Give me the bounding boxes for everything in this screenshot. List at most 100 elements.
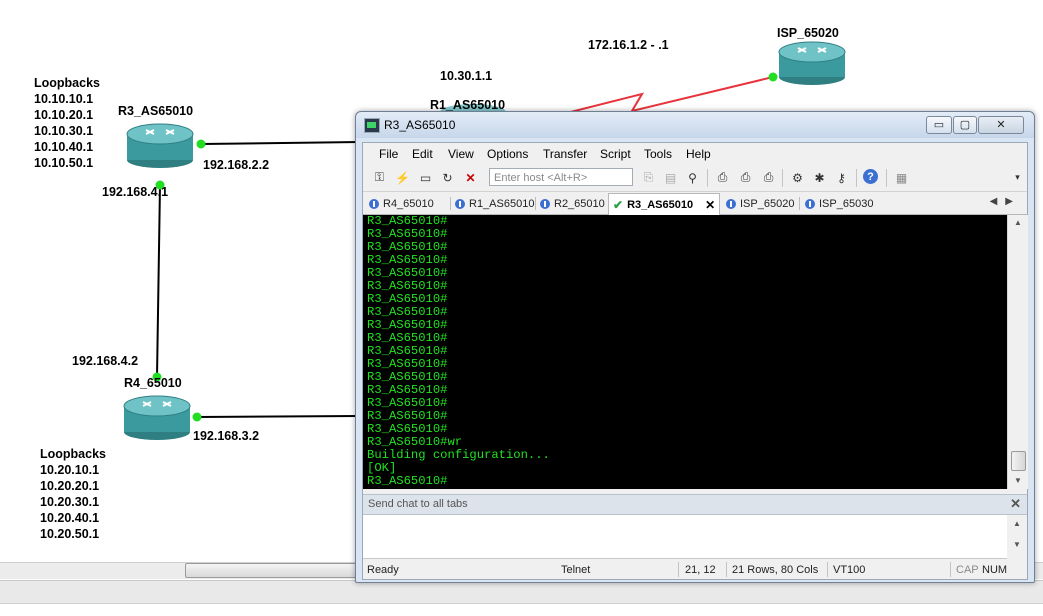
menu-transfer[interactable]: Transfer (543, 147, 587, 161)
link-r4-r1[interactable] (196, 415, 361, 418)
router-label-r3: R3_AS65010 (118, 104, 194, 118)
menu-script[interactable]: Script (600, 147, 631, 161)
keymap-icon[interactable]: ▦ (893, 169, 910, 186)
host-scroll-thumb[interactable] (185, 563, 362, 578)
terminal-window[interactable]: R3_AS65010 ▭ ▢ ✕ File Edit View Options … (355, 111, 1035, 583)
chat-scrollbar[interactable]: ▲ ▼ (1007, 515, 1027, 558)
router-icon[interactable] (778, 41, 846, 85)
window-titlebar[interactable]: R3_AS65010 ▭ ▢ ✕ (356, 112, 1034, 138)
terminal-line: R3_AS65010# (367, 318, 448, 332)
chat-label: Send chat to all tabs (368, 498, 468, 510)
tab-r2[interactable]: R2_65010 (540, 194, 605, 213)
chat-bar: Send chat to all tabs ✕ (363, 494, 1027, 515)
terminal-line: R3_AS65010# (367, 240, 448, 254)
reconnect-icon[interactable]: ↻ (439, 169, 456, 186)
toolbar: ⚿ ⚡ ▭ ↻ ✕ Enter host <Alt+R> ⎘ ▤ ⚲ ⎙ ⎙ ⎙… (363, 165, 1027, 192)
find-icon[interactable]: ⚲ (684, 169, 701, 186)
tab-scroll-arrows-icon[interactable]: ◀▶ (990, 196, 1021, 207)
menu-view[interactable]: View (448, 147, 474, 161)
key-icon[interactable]: ⚷ (833, 169, 850, 186)
port-status-dot (196, 139, 206, 149)
connected-check-icon: ✔ (613, 197, 624, 212)
status-size: 21 Rows, 80 Cols (732, 564, 819, 576)
loopback-address: 10.20.10.1 (40, 463, 100, 477)
tab-separator (450, 197, 451, 210)
ip-label: 192.168.2.2 (203, 158, 270, 172)
tab-isp-65020[interactable]: ISP_65020 (726, 194, 794, 213)
app-icon (364, 118, 380, 133)
loopback-address: 10.20.20.1 (40, 479, 100, 493)
disconnect-icon[interactable]: ✕ (462, 169, 479, 186)
terminal-line: R3_AS65010# (367, 383, 448, 397)
terminal-scrollbar[interactable]: ▲ ▼ (1007, 215, 1028, 489)
quick-connect-icon[interactable]: ⚡ (394, 169, 411, 186)
ip-label: 192.168.4.1 (102, 185, 169, 199)
link-r3-r4[interactable] (156, 184, 161, 378)
terminal-screen[interactable]: R3_AS65010# R3_AS65010# R3_AS65010# R3_AS65… (363, 215, 1007, 489)
tab-r4[interactable]: R4_65010 (369, 194, 434, 213)
router-label-r4: R4_65010 (124, 376, 182, 390)
connect-tab-icon[interactable]: ▭ (417, 169, 434, 186)
terminal-line: R3_AS65010# (367, 253, 448, 267)
terminal-line: R3_AS65010# (367, 279, 448, 293)
print-selection-icon[interactable]: ⎙ (737, 169, 754, 186)
router-label-isp: ISP_65020 (777, 26, 839, 40)
chat-input[interactable] (363, 515, 1007, 559)
print-setup-icon[interactable]: ⎙ (714, 169, 731, 186)
help-icon[interactable]: ? (863, 169, 878, 184)
loopback-address: 10.20.30.1 (40, 495, 100, 509)
router-label-r1: R1_AS65010 (430, 98, 506, 112)
terminal-line: R3_AS65010# (367, 409, 448, 423)
terminal-line: Building configuration... (367, 448, 550, 462)
session-icon (369, 198, 379, 209)
router-icon[interactable] (123, 395, 191, 440)
menu-options[interactable]: Options (487, 147, 528, 161)
scroll-down-icon[interactable]: ▼ (1008, 473, 1028, 489)
toolbar-separator (856, 169, 857, 187)
loopback-address: 10.10.50.1 (34, 156, 94, 170)
host-console-strip (0, 603, 1043, 616)
menu-file[interactable]: File (379, 147, 398, 161)
status-separator (827, 562, 828, 577)
global-options-icon[interactable]: ✱ (811, 169, 828, 186)
session-icon (540, 198, 550, 209)
router-icon[interactable] (126, 123, 194, 168)
maximize-button[interactable]: ▢ (953, 116, 977, 134)
tab-isp-65030[interactable]: ISP_65030 (805, 194, 873, 213)
toolbar-overflow-icon[interactable]: ▾ (1009, 169, 1026, 186)
status-separator (950, 562, 951, 577)
host-input[interactable]: Enter host <Alt+R> (489, 168, 633, 186)
close-button[interactable]: ✕ (978, 116, 1024, 134)
terminal-line: [OK] (367, 461, 397, 475)
copy-icon[interactable]: ⎘ (640, 169, 657, 186)
menu-tools[interactable]: Tools (644, 147, 672, 161)
menu-edit[interactable]: Edit (412, 147, 433, 161)
status-emulation: VT100 (833, 564, 866, 576)
print-icon[interactable]: ⎙ (760, 169, 777, 186)
loopback-address: 10.10.40.1 (34, 140, 94, 154)
chat-close-icon[interactable]: ✕ (1010, 496, 1021, 512)
status-protocol: Telnet (561, 564, 591, 576)
tab-r3[interactable]: ✔ R3_AS65010 ✕ (608, 193, 721, 216)
toolbar-separator (886, 169, 887, 187)
status-separator (726, 562, 727, 577)
port-status-dot (192, 412, 202, 422)
port-status-dot (768, 72, 778, 82)
menu-help[interactable]: Help (686, 147, 711, 161)
link-r3-r1[interactable] (200, 141, 361, 145)
terminal-line: R3_AS65010# (367, 266, 448, 280)
scroll-thumb[interactable] (1011, 451, 1026, 471)
ip-label: 10.30.1.1 (440, 69, 493, 83)
session-options-icon[interactable]: ⚙ (789, 169, 806, 186)
loopbacks-r3-title: Loopbacks (34, 76, 100, 90)
connect-icon[interactable]: ⚿ (371, 169, 388, 186)
tab-r1[interactable]: R1_AS65010 (455, 194, 534, 213)
terminal-line: R3_AS65010# (367, 396, 448, 410)
tab-separator (535, 197, 536, 210)
tab-close-icon[interactable]: ✕ (705, 198, 715, 212)
paste-icon[interactable]: ▤ (662, 169, 679, 186)
tab-label: R2_65010 (554, 197, 605, 210)
scroll-up-icon[interactable]: ▲ (1008, 215, 1028, 231)
minimize-button[interactable]: ▭ (926, 116, 952, 134)
toolbar-separator (707, 169, 708, 187)
